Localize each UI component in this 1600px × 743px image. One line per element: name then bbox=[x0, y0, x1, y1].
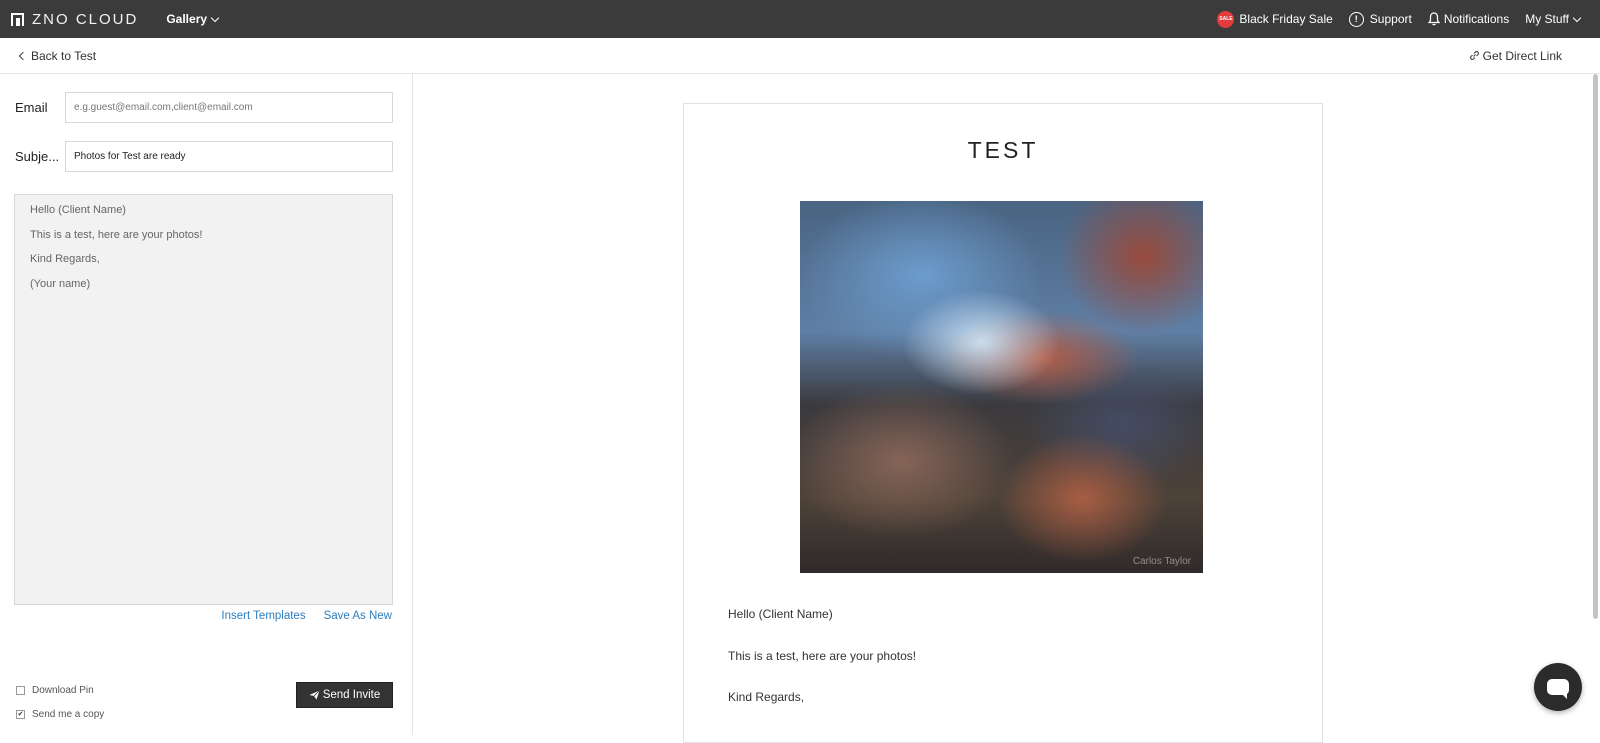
send-copy-checkbox[interactable]: ✔ bbox=[16, 709, 25, 719]
email-label: Email bbox=[15, 100, 48, 115]
notifications-label: Notifications bbox=[1443, 12, 1510, 26]
chat-bubble-icon bbox=[1547, 679, 1569, 699]
sale-badge-icon: SALE bbox=[1217, 10, 1235, 28]
email-preview-area: TEST Carlos Taylor Hello (Client Name) T… bbox=[413, 74, 1600, 743]
subject-label: Subje... bbox=[15, 149, 60, 164]
message-line: Hello (Client Name) bbox=[30, 204, 126, 216]
preview-line: Hello (Client Name) bbox=[728, 607, 833, 621]
top-navigation-bar: ZNO CLOUD Gallery SALE Black Friday Sale… bbox=[0, 0, 1600, 38]
top-right-menu: SALE Black Friday Sale ! Support Notific… bbox=[1201, 10, 1582, 28]
support-link[interactable]: ! Support bbox=[1348, 11, 1412, 27]
notifications-link[interactable]: Notifications bbox=[1427, 12, 1510, 26]
gallery-menu[interactable]: Gallery bbox=[166, 12, 220, 26]
preview-title: TEST bbox=[967, 137, 1039, 163]
paper-plane-icon bbox=[309, 690, 320, 700]
email-field[interactable] bbox=[65, 92, 393, 123]
download-pin-label: Download Pin bbox=[32, 684, 94, 696]
send-invite-button[interactable]: Send Invite bbox=[296, 682, 393, 708]
email-preview-card: TEST Carlos Taylor Hello (Client Name) T… bbox=[683, 103, 1323, 743]
info-icon: ! bbox=[1348, 11, 1364, 27]
preview-line: This is a test, here are your photos! bbox=[728, 649, 917, 663]
chat-support-button[interactable] bbox=[1534, 663, 1582, 711]
subject-row: Subje... bbox=[15, 141, 393, 172]
chevron-down-icon bbox=[210, 13, 220, 22]
preview-line: Kind Regards, bbox=[728, 690, 805, 704]
get-direct-link[interactable]: Get Direct Link bbox=[1469, 49, 1562, 63]
direct-link-label: Get Direct Link bbox=[1482, 48, 1562, 63]
preview-scrollbar[interactable] bbox=[1593, 74, 1598, 619]
bell-icon bbox=[1427, 12, 1440, 26]
insert-templates-link[interactable]: Insert Templates bbox=[221, 610, 305, 622]
download-pin-option[interactable]: Download Pin bbox=[16, 678, 104, 702]
zno-cloud-logo[interactable]: ZNO CLOUD bbox=[11, 11, 138, 28]
message-body-textarea[interactable]: Hello (Client Name) This is a test, here… bbox=[14, 194, 393, 605]
my-stuff-menu[interactable]: My Stuff bbox=[1525, 12, 1582, 26]
zno-logo-icon bbox=[11, 12, 24, 26]
link-icon bbox=[1469, 50, 1479, 60]
chevron-left-icon bbox=[18, 51, 28, 60]
download-pin-checkbox[interactable] bbox=[16, 685, 25, 695]
send-copy-option[interactable]: ✔ Send me a copy bbox=[16, 702, 104, 726]
back-to-test-link[interactable]: Back to Test bbox=[18, 48, 97, 63]
gallery-label: Gallery bbox=[166, 12, 208, 26]
save-as-new-link[interactable]: Save As New bbox=[324, 610, 392, 622]
send-invite-label: Send Invite bbox=[322, 689, 381, 701]
black-friday-sale-link[interactable]: SALE Black Friday Sale bbox=[1217, 10, 1333, 28]
subject-field[interactable] bbox=[65, 141, 393, 172]
send-copy-label: Send me a copy bbox=[32, 708, 105, 720]
message-line: (Your name) bbox=[30, 277, 91, 290]
photo-watermark: Carlos Taylor bbox=[1132, 556, 1191, 567]
template-links: Insert Templates Save As New bbox=[203, 610, 392, 622]
cover-photo: Carlos Taylor bbox=[800, 201, 1203, 573]
support-label: Support bbox=[1369, 12, 1412, 26]
sub-header: Back to Test Get Direct Link bbox=[0, 38, 1600, 74]
logo-text: ZNO CLOUD bbox=[32, 10, 139, 28]
black-friday-label: Black Friday Sale bbox=[1239, 12, 1333, 26]
invite-form-panel: Email Subje... Hello (Client Name) This … bbox=[0, 74, 413, 735]
options: Download Pin ✔ Send me a copy bbox=[16, 678, 104, 726]
message-line: Kind Regards, bbox=[30, 253, 100, 265]
chevron-down-icon bbox=[1572, 13, 1582, 22]
message-line: This is a test, here are your photos! bbox=[30, 228, 203, 241]
my-stuff-label: My Stuff bbox=[1525, 12, 1569, 26]
back-label: Back to Test bbox=[31, 48, 97, 63]
email-row: Email bbox=[15, 92, 393, 123]
